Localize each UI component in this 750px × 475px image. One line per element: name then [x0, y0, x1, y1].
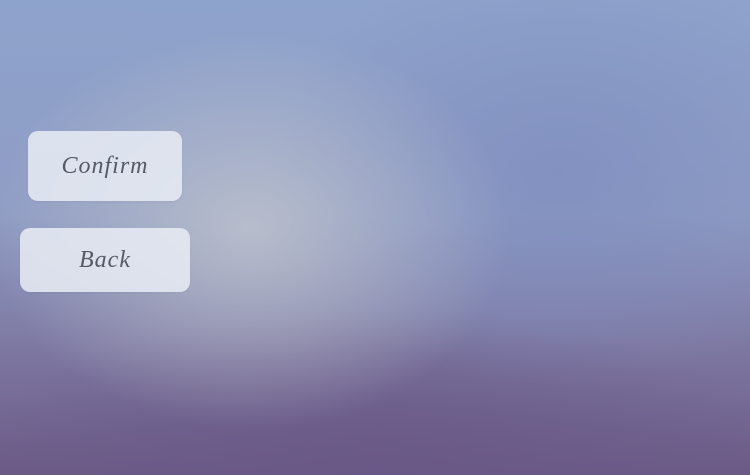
back-button[interactable]: Back [20, 228, 190, 292]
confirm-button[interactable]: Confirm [28, 131, 182, 201]
back-label: Back [79, 246, 131, 273]
confirm-label: Confirm [61, 152, 149, 179]
